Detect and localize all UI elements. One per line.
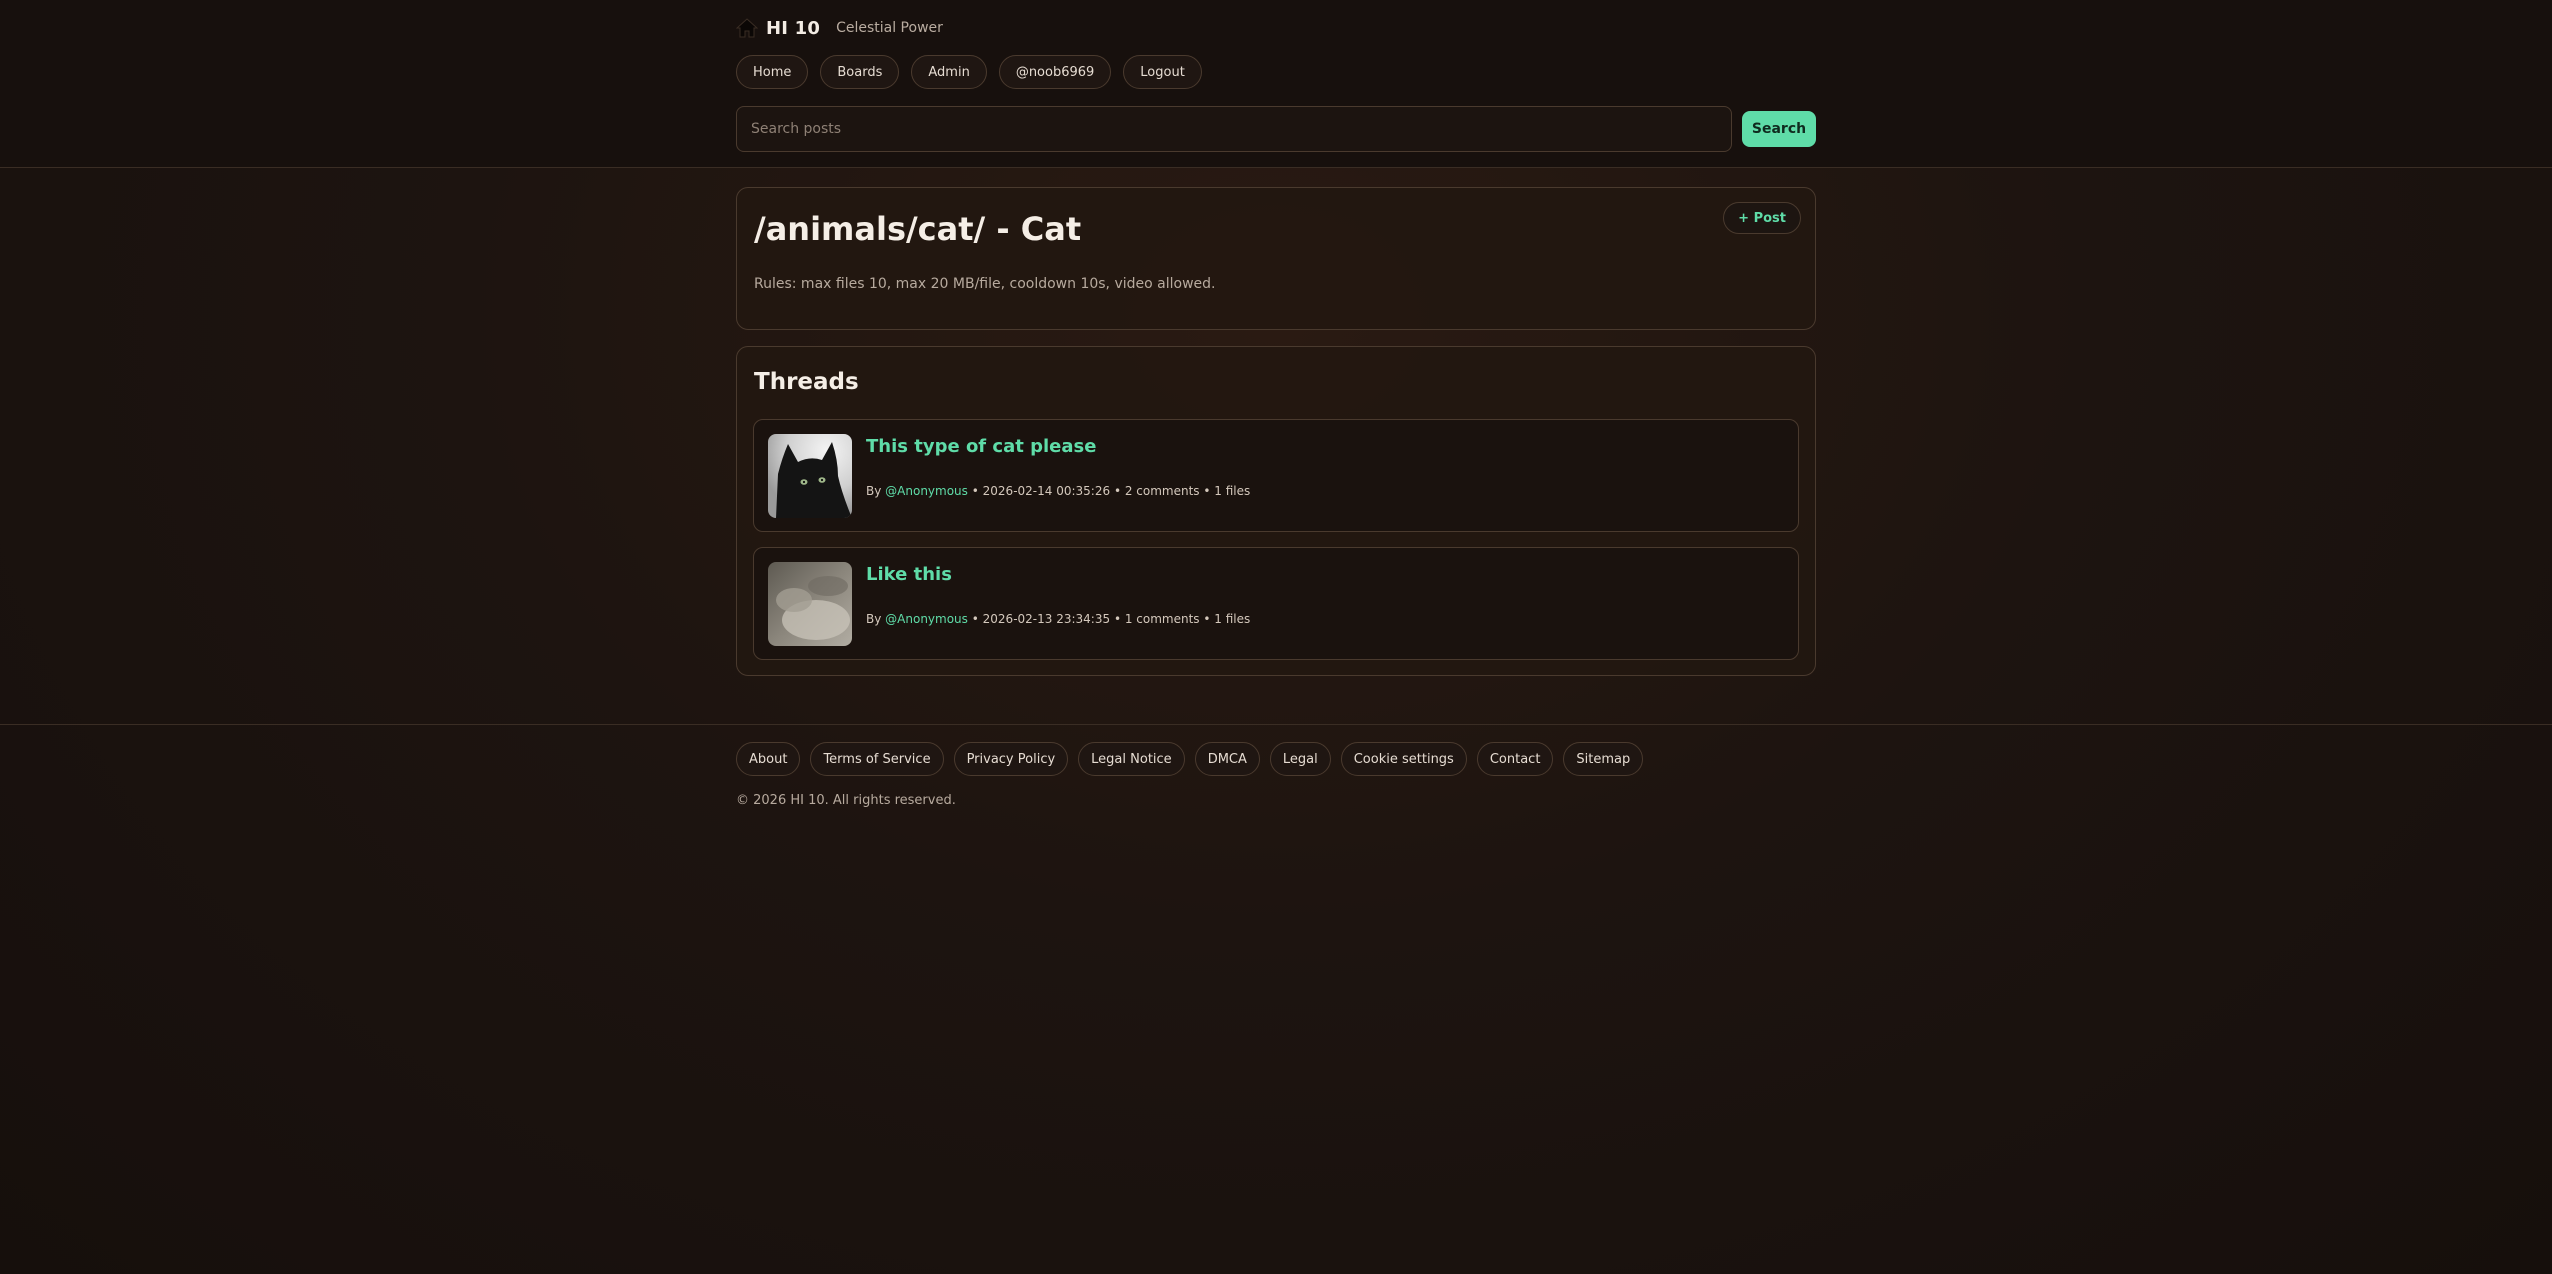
footer-link-about[interactable]: About	[736, 742, 801, 776]
nav-admin[interactable]: Admin	[911, 55, 987, 89]
threads-panel: Threads This type of cat please By @Anon…	[736, 346, 1816, 676]
thread-by-label: By	[866, 484, 886, 498]
nav-home[interactable]: Home	[736, 55, 809, 89]
footer-divider	[0, 724, 2552, 725]
copyright: © 2026 HI 10. All rights reserved.	[736, 793, 956, 808]
thread-meta: By @Anonymous • 2026-02-13 23:34:35 • 1 …	[866, 612, 1251, 626]
thread-comments: 1 comments	[1124, 612, 1200, 626]
search-button[interactable]: Search	[1742, 111, 1816, 147]
footer-link-legal[interactable]: Legal	[1269, 742, 1331, 776]
thread-author[interactable]: @Anonymous	[885, 484, 968, 498]
board-header-panel: /animals/cat/ - Cat + Post Rules: max fi…	[736, 187, 1816, 330]
thread-title[interactable]: This type of cat please	[866, 436, 1096, 457]
new-post-button[interactable]: + Post	[1723, 202, 1801, 234]
grey-cat-photo-icon	[768, 562, 852, 646]
thread-author[interactable]: @Anonymous	[885, 612, 968, 626]
thread-thumbnail[interactable]	[768, 434, 852, 518]
home-icon[interactable]	[735, 18, 759, 38]
threads-heading: Threads	[754, 369, 859, 395]
board-rules: Rules: max files 10, max 20 MB/file, coo…	[754, 276, 1216, 292]
thread-card[interactable]: Like this By @Anonymous • 2026-02-13 23:…	[753, 547, 1799, 660]
nav-profile[interactable]: @noob6969	[998, 55, 1112, 89]
thread-comments: 2 comments	[1124, 484, 1200, 498]
main-nav: Home Boards Admin @noob6969 Logout	[736, 55, 1202, 89]
nav-boards[interactable]: Boards	[820, 55, 900, 89]
thread-files: 1 files	[1214, 612, 1251, 626]
thread-date: 2026-02-14 00:35:26	[982, 484, 1111, 498]
thread-meta: By @Anonymous • 2026-02-14 00:35:26 • 2 …	[866, 484, 1251, 498]
brand-tagline: Celestial Power	[836, 20, 943, 36]
search-bar: Search	[736, 106, 1816, 152]
brand-name[interactable]: HI 10	[766, 18, 820, 39]
brand[interactable]: HI 10 Celestial Power	[735, 16, 943, 40]
footer-link-cookie-settings[interactable]: Cookie settings	[1340, 742, 1467, 776]
search-input[interactable]	[736, 106, 1732, 152]
footer-links: About Terms of Service Privacy Policy Le…	[736, 742, 1644, 776]
footer-link-terms[interactable]: Terms of Service	[810, 742, 944, 776]
board-title: /animals/cat/ - Cat	[754, 210, 1082, 248]
thread-files: 1 files	[1214, 484, 1251, 498]
footer-link-privacy[interactable]: Privacy Policy	[953, 742, 1069, 776]
black-cat-photo-icon	[768, 434, 852, 518]
footer-link-dmca[interactable]: DMCA	[1194, 742, 1260, 776]
thread-title[interactable]: Like this	[866, 564, 952, 585]
thread-thumbnail[interactable]	[768, 562, 852, 646]
site-header: HI 10 Celestial Power Home Boards Admin …	[0, 0, 2552, 168]
footer-link-contact[interactable]: Contact	[1476, 742, 1554, 776]
thread-by-label: By	[866, 612, 886, 626]
thread-card[interactable]: This type of cat please By @Anonymous • …	[753, 419, 1799, 532]
thread-date: 2026-02-13 23:34:35	[982, 612, 1111, 626]
footer-link-legal-notice[interactable]: Legal Notice	[1078, 742, 1185, 776]
nav-logout[interactable]: Logout	[1123, 55, 1202, 89]
footer-link-sitemap[interactable]: Sitemap	[1563, 742, 1644, 776]
